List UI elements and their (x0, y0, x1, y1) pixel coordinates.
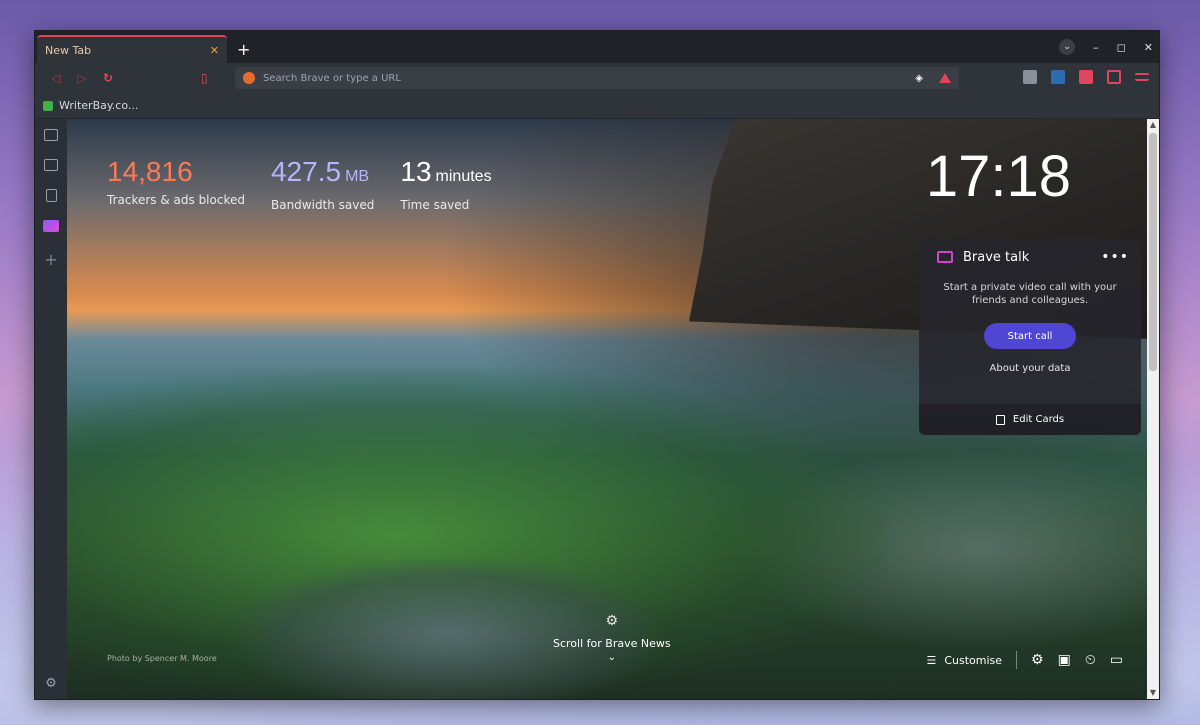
window-controls: ⌄ – ◻ ✕ (1059, 39, 1153, 55)
maximize-icon[interactable]: ◻ (1117, 41, 1126, 54)
time-value-row: 13 minutes (400, 155, 491, 194)
bottom-toolbar: ☰ Customise ⚙ ▣ ⏲ ▭ (926, 651, 1123, 669)
menu-icon[interactable] (1135, 73, 1149, 81)
start-call-button[interactable]: Start call (984, 323, 1076, 349)
forward-icon[interactable]: ▷ (69, 71, 95, 85)
bookmarks-icon[interactable]: ▣ (1058, 652, 1071, 668)
address-bar: ◈ (235, 67, 959, 89)
trackers-stat: 14,816 Trackers & ads blocked (107, 155, 245, 212)
trackers-label: Trackers & ads blocked (107, 193, 245, 207)
bandwidth-stat: 427.5 MB Bandwidth saved (271, 155, 374, 212)
photo-credit[interactable]: Photo by Spencer M. Moore (107, 654, 217, 663)
history-icon[interactable]: ⏲ (1085, 652, 1096, 668)
toolbar: ◁ ▷ ↻ ▯ ◈ (35, 63, 1159, 93)
sidebar-bookmarks-icon[interactable] (45, 189, 57, 202)
brave-talk-card: Brave talk ••• Start a private video cal… (919, 239, 1141, 435)
edit-cards-label: Edit Cards (1012, 414, 1065, 425)
time-value: 13 (400, 156, 432, 187)
scrollbar-thumb[interactable] (1149, 133, 1157, 371)
time-unit: minutes (435, 168, 492, 185)
address-input[interactable] (263, 72, 908, 84)
puzzle-icon[interactable] (1079, 70, 1093, 84)
tab-new-tab[interactable]: New Tab ✕ (37, 35, 227, 63)
toolbar-extensions (1023, 70, 1149, 84)
time-stat: 13 minutes Time saved (400, 155, 491, 212)
close-window-icon[interactable]: ✕ (1144, 41, 1153, 54)
extension-icon[interactable] (1023, 70, 1037, 84)
brave-talk-header: Brave talk ••• (919, 239, 1141, 265)
clock: 17:18 (925, 144, 1071, 209)
tab-close-icon[interactable]: ✕ (210, 44, 219, 57)
brave-talk-title: Brave talk (963, 249, 1030, 265)
tab-strip: New Tab ✕ + ⌄ – ◻ ✕ (35, 31, 1159, 63)
customise-button[interactable]: ☰ Customise (926, 654, 1002, 667)
divider (1016, 651, 1018, 669)
minimize-icon[interactable]: – (1093, 41, 1099, 54)
brave-shields-icon[interactable]: ◈ (915, 73, 923, 84)
scroll-down-icon[interactable]: ▼ (1147, 687, 1159, 699)
video-call-icon[interactable]: ▭ (1110, 652, 1123, 668)
back-icon[interactable]: ◁ (43, 71, 69, 85)
sidebar-settings-icon[interactable]: ⚙ (45, 676, 57, 691)
sidebar-toggle-icon[interactable] (1107, 70, 1121, 84)
side-panel: + ⚙ (35, 119, 67, 699)
new-tab-page: 14,816 Trackers & ads blocked 427.5 MB Ba… (67, 119, 1149, 699)
brave-talk-description: Start a private video call with your fri… (943, 282, 1117, 306)
video-camera-icon (937, 251, 953, 263)
about-data-link[interactable]: About your data (919, 363, 1141, 374)
scroll-up-icon[interactable]: ▲ (1147, 119, 1159, 131)
tab-search-icon[interactable]: ⌄ (1059, 39, 1076, 55)
settings-icon[interactable]: ⚙ (1031, 652, 1044, 668)
wallet-icon[interactable] (1051, 70, 1065, 84)
bandwidth-value: 427.5 (270, 156, 342, 187)
sidebar-wallet-icon[interactable] (44, 159, 58, 171)
bookmark-favicon-icon (43, 100, 53, 111)
browser-window: New Tab ✕ + ⌄ – ◻ ✕ ◁ ▷ ↻ ▯ ◈ (34, 30, 1160, 700)
stats-widget: 14,816 Trackers & ads blocked 427.5 MB Ba… (107, 155, 492, 212)
sidebar-mail-icon[interactable] (43, 220, 59, 232)
bookmarks-bar: WriterBay.co... (35, 93, 1159, 119)
scrollbar[interactable]: ▲ ▼ (1147, 119, 1159, 699)
time-label: Time saved (400, 198, 470, 212)
reload-icon[interactable]: ↻ (95, 71, 121, 85)
new-tab-button[interactable]: + (237, 40, 250, 59)
edit-cards-button[interactable]: Edit Cards (919, 403, 1141, 435)
chevron-down-icon: ⌄ (607, 652, 616, 663)
edit-cards-icon (995, 414, 1005, 425)
site-info-icon[interactable] (243, 72, 255, 84)
bandwidth-unit: MB (345, 168, 370, 185)
bookmark-label: WriterBay.co... (59, 99, 139, 112)
bookmark-icon[interactable]: ▯ (201, 71, 208, 85)
brave-news-prompt[interactable]: ⚙ Scroll for Brave News ⌄ (553, 613, 671, 663)
sidebar-add-icon[interactable]: + (44, 250, 57, 269)
brave-rewards-icon[interactable] (939, 73, 951, 83)
news-settings-icon[interactable]: ⚙ (553, 613, 671, 629)
bandwidth-value-row: 427.5 MB (271, 155, 374, 194)
brave-news-label: Scroll for Brave News (553, 637, 671, 650)
more-options-icon[interactable]: ••• (1101, 249, 1129, 265)
bookmark-item[interactable]: WriterBay.co... (43, 99, 138, 112)
tab-title: New Tab (45, 43, 92, 57)
trackers-value: 14,816 (107, 156, 193, 187)
bandwidth-label: Bandwidth saved (270, 198, 375, 212)
customise-icon: ☰ (926, 653, 937, 667)
sidebar-video-icon[interactable] (44, 129, 58, 141)
customise-label: Customise (944, 653, 1003, 667)
